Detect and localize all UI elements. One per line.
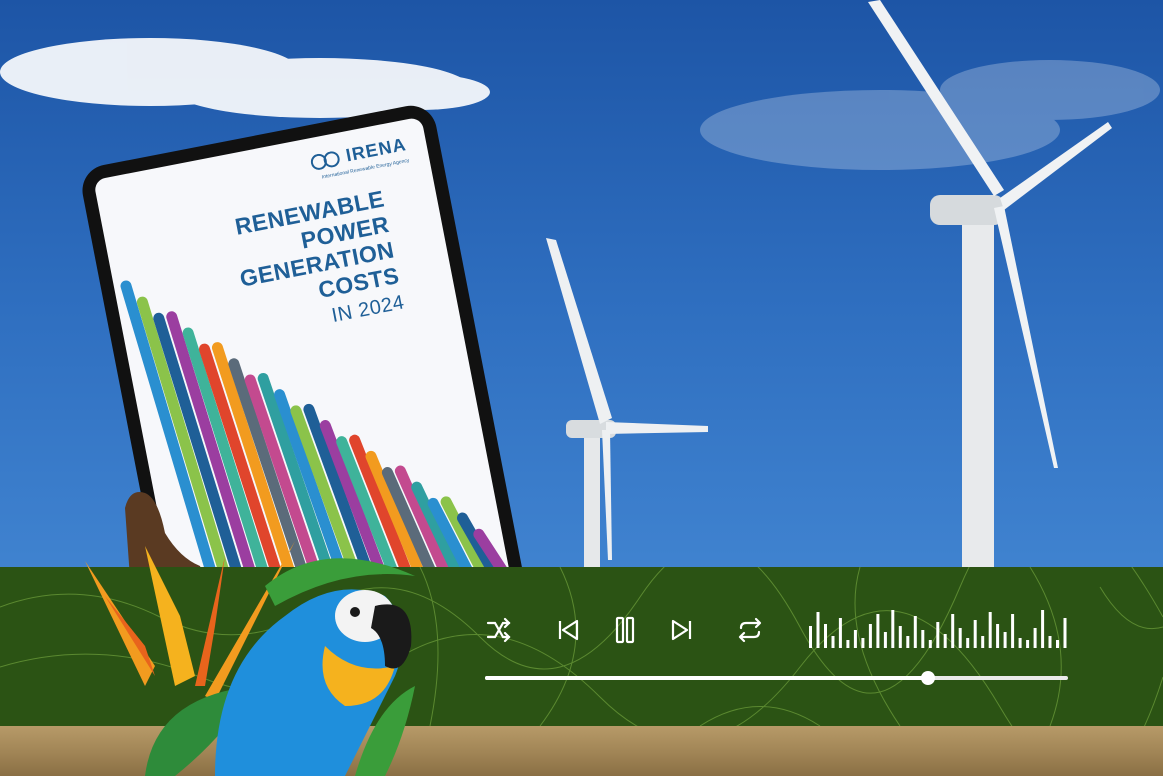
pause-button[interactable]: [607, 612, 643, 648]
shuffle-button[interactable]: [480, 612, 516, 648]
waveform-bar: [816, 612, 820, 648]
waveform-bar: [846, 640, 850, 648]
skip-back-icon: [558, 619, 579, 641]
waveform-bar: [868, 624, 872, 648]
waveform-bar: [928, 640, 932, 648]
promo-scene: IRENA International Renewable Energy Age…: [0, 0, 1163, 776]
waveform-bar: [1003, 632, 1007, 648]
waveform-bar: [943, 634, 947, 648]
waveform-bar: [831, 636, 835, 648]
wind-turbine: [546, 238, 708, 570]
waveform-bar: [996, 624, 1000, 648]
waveform-bar: [1056, 640, 1059, 648]
waveform-bar: [1063, 618, 1067, 648]
waveform-bar: [1048, 636, 1052, 648]
waveform-bar: [861, 638, 865, 648]
waveform-bar: [906, 636, 910, 648]
next-button[interactable]: [664, 612, 700, 648]
waveform-bar: [883, 632, 887, 648]
waveform-bar: [1033, 628, 1037, 648]
pause-icon: [615, 616, 635, 644]
waveform-bar: [891, 610, 895, 648]
waveform-bar: [981, 636, 985, 648]
repeat-icon: [738, 617, 762, 643]
waveform-bar: [898, 626, 902, 648]
waveform-bar: [966, 638, 970, 648]
progress-slider[interactable]: [485, 671, 1068, 685]
waveform-bar: [838, 618, 842, 648]
waveform-bar: [1041, 610, 1045, 648]
progress-handle[interactable]: [921, 671, 936, 685]
repeat-button[interactable]: [732, 612, 768, 648]
waveform-bar: [973, 620, 977, 648]
waveform-bar: [951, 614, 955, 648]
skip-forward-icon: [671, 619, 692, 641]
waveform-bar: [936, 622, 940, 648]
cloud: [700, 60, 1160, 170]
waveform-bar: [809, 626, 812, 648]
waveform-bar: [1026, 640, 1030, 648]
waveform-bar: [876, 614, 880, 648]
progress-fill: [485, 676, 929, 680]
audio-waveform: [809, 610, 1067, 648]
waveform-bar: [824, 624, 827, 648]
waveform-bar: [921, 630, 925, 648]
waveform-bar: [853, 630, 857, 648]
waveform-bar: [958, 628, 962, 648]
waveform-bar: [913, 616, 917, 648]
previous-button[interactable]: [550, 612, 586, 648]
waveform-bar: [1011, 614, 1015, 648]
shuffle-icon: [486, 617, 511, 643]
waveform-bar: [1018, 638, 1022, 648]
parrot-illustration: [85, 541, 415, 776]
waveform-bar: [988, 612, 992, 648]
